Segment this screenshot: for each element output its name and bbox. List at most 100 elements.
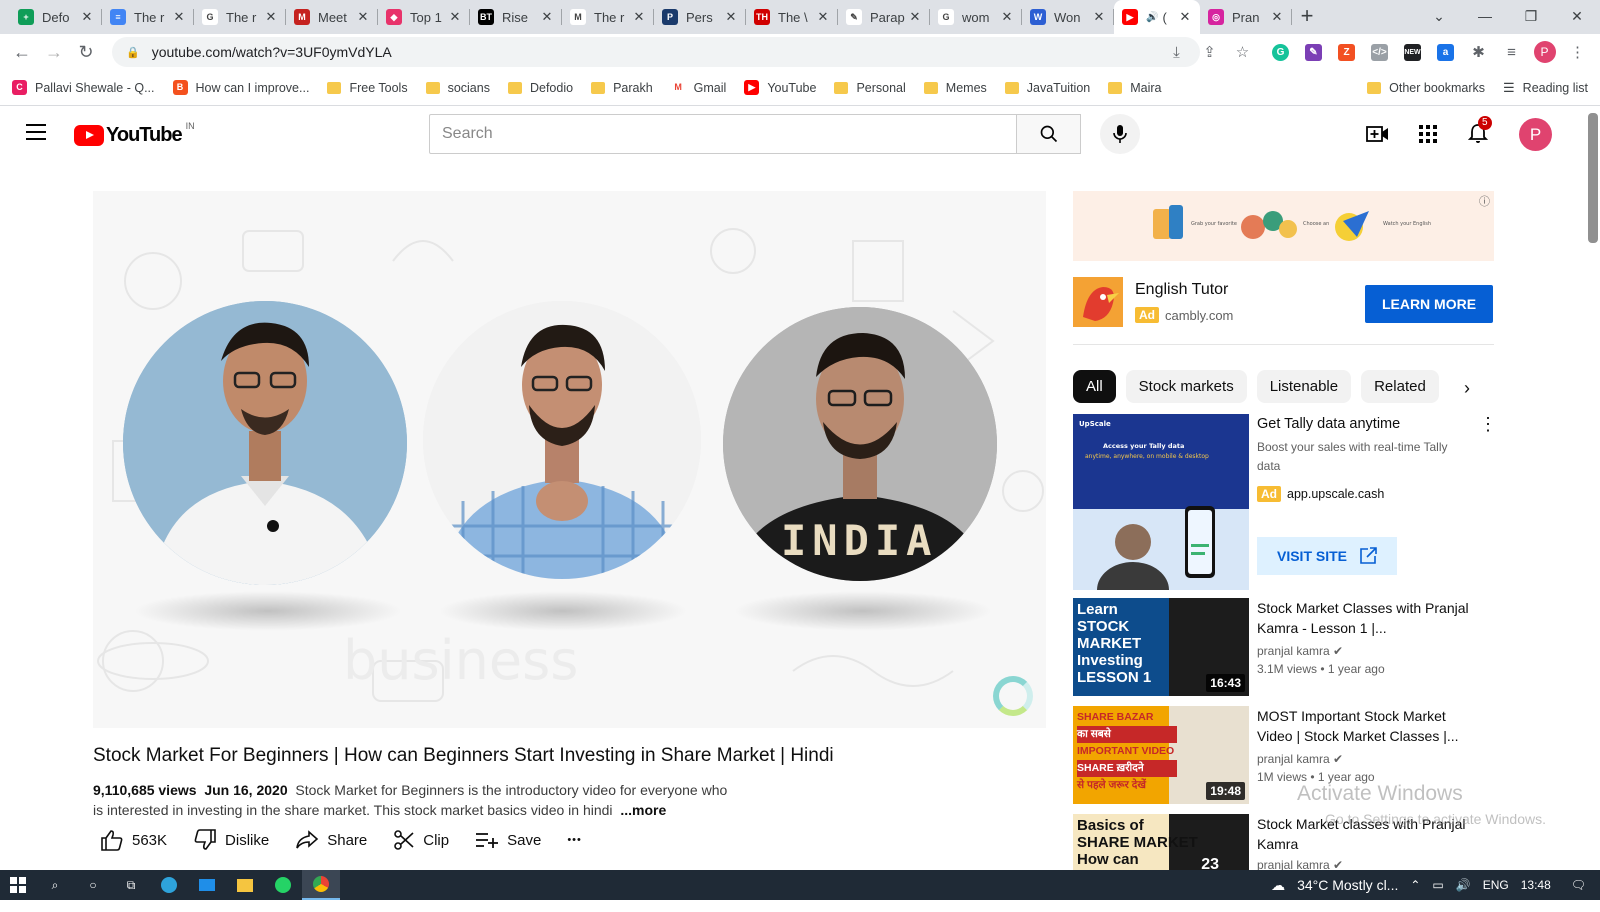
bookmark-item[interactable]: socians	[425, 81, 490, 95]
share-icon[interactable]: ⇪	[1193, 37, 1226, 67]
profile-icon[interactable]: P	[1528, 37, 1561, 67]
code-extension-icon[interactable]: </>	[1363, 37, 1396, 67]
browser-tab[interactable]: ◎ Pran ✕	[1200, 0, 1292, 34]
notification-center-icon[interactable]: 🗨	[1571, 878, 1586, 892]
bookmark-item[interactable]: Maira	[1108, 81, 1162, 95]
user-avatar[interactable]: P	[1519, 118, 1552, 151]
show-more-link[interactable]: ...more	[620, 802, 666, 818]
weather-cloud-icon[interactable]: ☁	[1271, 877, 1285, 894]
amazon-extension-icon[interactable]: a	[1429, 37, 1462, 67]
save-button[interactable]: Save	[475, 831, 541, 849]
browser-tab[interactable]: Gwom ✕	[930, 0, 1022, 34]
chevron-right-icon[interactable]: ›	[1464, 378, 1470, 399]
filter-chip[interactable]: All	[1073, 370, 1116, 403]
create-video-icon[interactable]	[1364, 120, 1392, 148]
close-tab-icon[interactable]: ✕	[448, 9, 462, 25]
close-tab-icon[interactable]: ✕	[540, 9, 554, 25]
notifications-bell-icon[interactable]: 5	[1464, 116, 1492, 148]
recommended-video[interactable]: Learn STOCK MARKET Investing LESSON 1 16:43 St…	[1073, 598, 1494, 696]
close-tab-icon[interactable]: ✕	[632, 9, 646, 25]
language-indicator[interactable]: ENG	[1483, 878, 1509, 892]
bookmark-item[interactable]: M Gmail	[670, 80, 726, 95]
browser-tab[interactable]: + Defo ✕	[10, 0, 102, 34]
bookmark-item[interactable]: Personal	[834, 81, 906, 95]
address-bar[interactable]: 🔒 youtube.com/watch?v=3UF0ymVdYLA	[112, 37, 1200, 67]
filter-chip[interactable]: Listenable	[1256, 370, 1352, 403]
channel-name[interactable]: pranjal kamra ✔	[1257, 752, 1343, 766]
media-control-icon[interactable]: ≡	[1495, 37, 1528, 67]
other-bookmarks[interactable]: Other bookmarks	[1367, 81, 1485, 95]
mail-icon[interactable]	[188, 870, 226, 900]
close-tab-icon[interactable]: ✕	[1178, 9, 1192, 25]
file-explorer-icon[interactable]	[226, 870, 264, 900]
promoted-ad-item[interactable]: UpScale Access your Tally data anytime, …	[1073, 414, 1497, 590]
whatsapp-icon[interactable]	[264, 870, 302, 900]
edge-browser-icon[interactable]	[150, 870, 188, 900]
dislike-button[interactable]: Dislike	[193, 829, 269, 851]
promoted-thumbnail[interactable]: UpScale Access your Tally data anytime, …	[1073, 414, 1249, 590]
bookmark-item[interactable]: Parakh	[591, 81, 653, 95]
filter-chip[interactable]: Related	[1361, 370, 1439, 403]
share-button[interactable]: Share	[295, 830, 367, 850]
chrome-taskbar-icon[interactable]	[302, 870, 340, 900]
clock[interactable]: 13:48	[1521, 878, 1551, 892]
new-tab-button[interactable]: +	[1292, 0, 1322, 34]
video-player[interactable]: business INDIA	[93, 191, 1046, 728]
browser-tab[interactable]: W Won ✕	[1022, 0, 1114, 34]
bookmark-item[interactable]: JavaTuition	[1004, 81, 1090, 95]
forward-icon[interactable]: →	[38, 36, 70, 68]
close-tab-icon[interactable]: ✕	[264, 9, 278, 25]
page-scrollbar[interactable]	[1588, 113, 1598, 243]
reading-list[interactable]: ☰ Reading list	[1503, 80, 1588, 96]
browser-tab[interactable]: ▶ 🔊 (✕	[1114, 0, 1200, 34]
install-icon[interactable]: ⤓	[1160, 37, 1193, 67]
minimize-icon[interactable]: —	[1462, 0, 1508, 32]
extension-icon-red[interactable]: Z	[1330, 37, 1363, 67]
video-title[interactable]: Stock Market Classes with Pranjal Kamra …	[1257, 598, 1477, 638]
search-taskbar-icon[interactable]: ⌕	[36, 870, 74, 900]
browser-tab[interactable]: M Meet ✕	[286, 0, 378, 34]
ad-info-icon[interactable]: ⓘ	[1479, 193, 1490, 209]
close-tab-icon[interactable]: ✕	[1000, 9, 1014, 25]
eyedropper-extension-icon[interactable]: ✎	[1297, 37, 1330, 67]
news-extension-icon[interactable]: NEW	[1396, 37, 1429, 67]
browser-tab[interactable]: ✎ Parap ✕	[838, 0, 930, 34]
maximize-icon[interactable]: ❐	[1508, 0, 1554, 32]
bookmark-star-icon[interactable]: ☆	[1226, 37, 1259, 67]
close-tab-icon[interactable]: ✕	[80, 9, 94, 25]
video-thumbnail[interactable]: SHARE BAZAR का सबसे IMPORTANT VIDEO SHARE ख…	[1073, 706, 1249, 804]
close-tab-icon[interactable]: ✕	[908, 9, 922, 25]
channel-name[interactable]: pranjal kamra ✔	[1257, 644, 1343, 658]
tray-chevron-icon[interactable]: ⌃	[1410, 878, 1420, 892]
browser-tab[interactable]: P Pers ✕	[654, 0, 746, 34]
bookmark-item[interactable]: Defodio	[507, 81, 573, 95]
video-thumbnail[interactable]: Learn STOCK MARKET Investing LESSON 1 16:43	[1073, 598, 1249, 696]
battery-icon[interactable]: ▭	[1432, 878, 1443, 892]
browser-tab[interactable]: M The r ✕	[562, 0, 654, 34]
hamburger-menu-icon[interactable]	[26, 124, 46, 140]
browser-tab[interactable]: G The r ✕	[194, 0, 286, 34]
clip-button[interactable]: Clip	[393, 829, 449, 851]
apps-grid-icon[interactable]	[1414, 120, 1442, 148]
task-view-icon[interactable]: ⧉	[112, 870, 150, 900]
tab-search-icon[interactable]: ⌄	[1416, 0, 1462, 32]
close-tab-icon[interactable]: ✕	[724, 9, 738, 25]
back-icon[interactable]: ←	[6, 36, 38, 68]
close-tab-icon[interactable]: ✕	[1092, 9, 1106, 25]
bookmark-item[interactable]: C Pallavi Shewale - Q...	[12, 80, 155, 95]
close-window-icon[interactable]: ✕	[1554, 0, 1600, 32]
close-tab-icon[interactable]: ✕	[172, 9, 186, 25]
volume-icon[interactable]: 🔊	[1456, 878, 1471, 892]
kebab-menu-icon[interactable]: ⋮	[1479, 414, 1497, 435]
close-tab-icon[interactable]: ✕	[356, 9, 370, 25]
tab-audio-icon[interactable]: 🔊	[1146, 12, 1158, 23]
browser-tab[interactable]: ◆ Top 1 ✕	[378, 0, 470, 34]
extensions-puzzle-icon[interactable]: ✱	[1462, 37, 1495, 67]
search-input[interactable]: Search	[429, 114, 1017, 154]
cortana-icon[interactable]: ○	[74, 870, 112, 900]
bookmark-item[interactable]: ▶ YouTube	[744, 80, 816, 95]
visit-site-button[interactable]: VISIT SITE	[1257, 537, 1397, 575]
browser-tab[interactable]: BT Rise ✕	[470, 0, 562, 34]
bookmark-item[interactable]: Memes	[923, 81, 987, 95]
search-button[interactable]	[1016, 114, 1081, 154]
